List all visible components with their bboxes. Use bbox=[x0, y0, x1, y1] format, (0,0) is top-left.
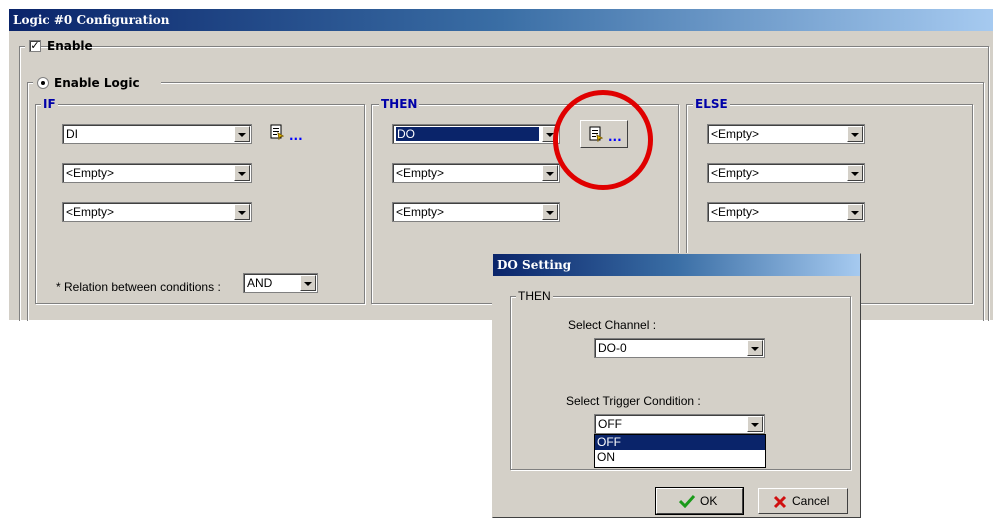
enable-checkbox[interactable]: ✓ bbox=[29, 40, 41, 52]
checkmark-icon bbox=[679, 494, 695, 508]
trigger-option-on[interactable]: ON bbox=[595, 450, 765, 465]
chevron-down-icon[interactable] bbox=[234, 204, 250, 220]
dialog-title: DO Setting bbox=[493, 254, 860, 276]
chevron-down-icon[interactable] bbox=[747, 340, 763, 356]
do-setting-dialog: DO Setting THEN Select Channel : DO-0 Se… bbox=[492, 253, 861, 518]
trigger-select[interactable]: OFF bbox=[594, 414, 765, 434]
then-action-3[interactable]: <Empty> bbox=[392, 202, 560, 222]
relation-select[interactable]: AND bbox=[243, 273, 318, 293]
chevron-down-icon[interactable] bbox=[300, 275, 316, 291]
window-title: Logic #0 Configuration bbox=[9, 9, 993, 31]
if-condition-1[interactable]: DI bbox=[62, 124, 252, 144]
if-condition-2[interactable]: <Empty> bbox=[62, 163, 252, 183]
if-setting-dots[interactable]: ... bbox=[289, 129, 303, 143]
ok-label: OK bbox=[700, 494, 718, 508]
trigger-option-off[interactable]: OFF bbox=[595, 435, 765, 450]
enable-logic-radio[interactable] bbox=[37, 77, 49, 89]
chevron-down-icon[interactable] bbox=[234, 126, 250, 142]
channel-label: Select Channel : bbox=[568, 318, 657, 332]
chevron-down-icon[interactable] bbox=[747, 416, 763, 432]
then-action-1[interactable]: DO bbox=[392, 124, 560, 144]
chevron-down-icon[interactable] bbox=[847, 126, 863, 142]
enable-logic-label: Enable Logic bbox=[54, 76, 140, 90]
chevron-down-icon[interactable] bbox=[847, 165, 863, 181]
trigger-label: Select Trigger Condition : bbox=[566, 394, 701, 408]
then-legend: THEN bbox=[379, 97, 420, 111]
if-condition-3[interactable]: <Empty> bbox=[62, 202, 252, 222]
else-action-1[interactable]: <Empty> bbox=[707, 124, 865, 144]
else-legend: ELSE bbox=[693, 97, 730, 111]
if-legend: IF bbox=[41, 97, 58, 111]
enable-logic-legend[interactable]: Enable Logic bbox=[33, 75, 161, 91]
ok-button[interactable]: OK bbox=[655, 487, 744, 515]
dialog-then-legend: THEN bbox=[516, 289, 553, 303]
chevron-down-icon[interactable] bbox=[234, 165, 250, 181]
chevron-down-icon[interactable] bbox=[542, 165, 558, 181]
enable-label: Enable bbox=[47, 39, 93, 53]
cancel-label: Cancel bbox=[792, 494, 830, 508]
else-action-2[interactable]: <Empty> bbox=[707, 163, 865, 183]
relation-label: * Relation between conditions : bbox=[56, 280, 221, 294]
chevron-down-icon[interactable] bbox=[542, 204, 558, 220]
cancel-button[interactable]: Cancel bbox=[758, 488, 848, 514]
chevron-down-icon[interactable] bbox=[847, 204, 863, 220]
highlight-circle bbox=[553, 90, 653, 190]
close-icon bbox=[773, 495, 787, 509]
channel-select[interactable]: DO-0 bbox=[594, 338, 765, 358]
settings-document-icon[interactable] bbox=[270, 124, 284, 140]
enable-legend[interactable]: ✓ Enable bbox=[25, 38, 93, 54]
trigger-dropdown-list[interactable]: OFF ON bbox=[594, 434, 766, 468]
then-action-2[interactable]: <Empty> bbox=[392, 163, 560, 183]
else-action-3[interactable]: <Empty> bbox=[707, 202, 865, 222]
